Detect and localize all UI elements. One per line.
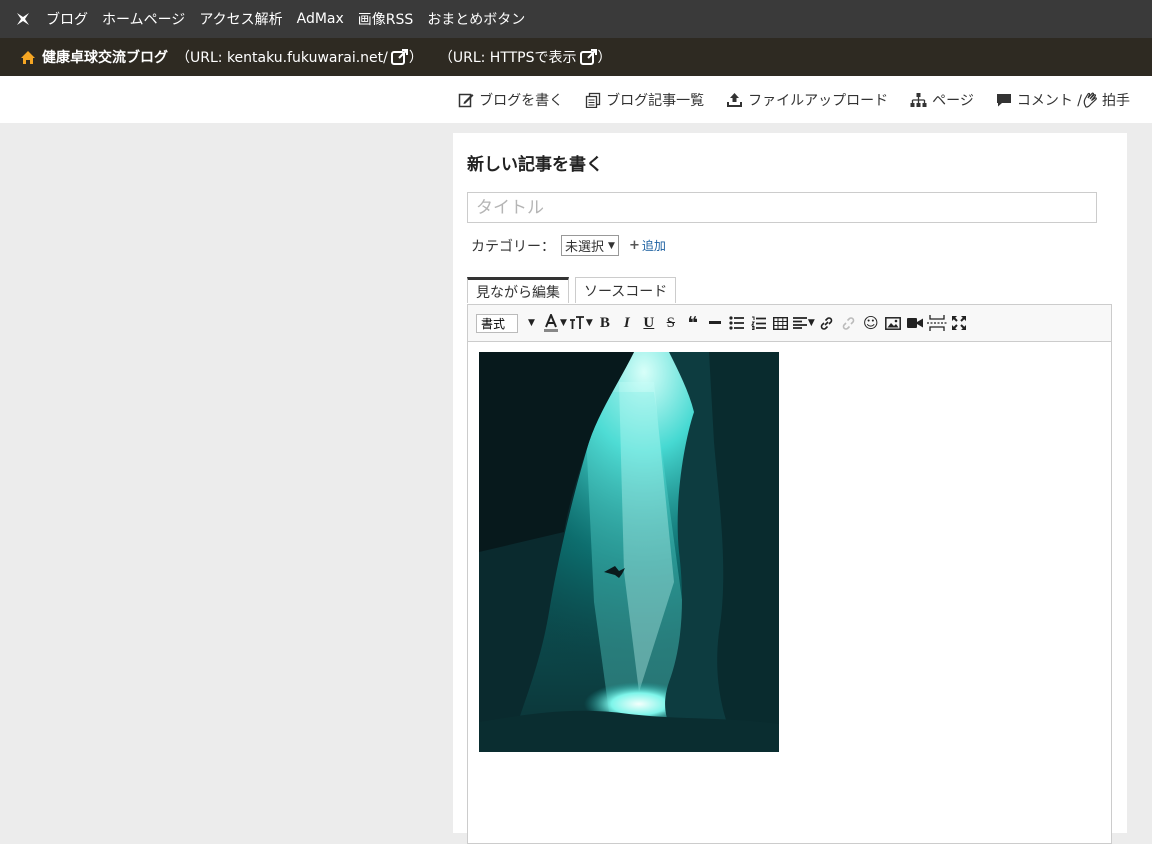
comment-label: コメント / <box>1016 92 1082 109</box>
font-size-icon[interactable]: ▼ <box>569 312 593 334</box>
page-button[interactable]: ページ <box>910 90 974 110</box>
logo-icon[interactable] <box>0 11 46 27</box>
align-icon[interactable]: ▼ <box>792 312 815 334</box>
category-select[interactable]: 未選択 ▼ <box>561 235 619 256</box>
bullet-list-icon[interactable] <box>727 312 747 334</box>
sitemap-icon <box>910 92 927 107</box>
bold-icon[interactable]: B <box>595 312 615 334</box>
horizontal-rule-icon[interactable] <box>705 312 725 334</box>
top-nav-bar: ブログ ホームページ アクセス解析 AdMax 画像RSS おまとめボタン <box>0 0 1152 38</box>
nav-admax[interactable]: AdMax <box>297 11 344 27</box>
unlink-icon[interactable] <box>839 312 859 334</box>
nav-homepage[interactable]: ホームページ <box>102 9 185 29</box>
clap-icon <box>1083 92 1097 108</box>
format-label: 書式 <box>481 316 506 331</box>
nav-blog[interactable]: ブログ <box>46 9 88 29</box>
blog-info-bar: 健康卓球交流ブログ （URL: kentaku.fukuwarai.net/ ）… <box>0 38 1152 76</box>
comment-icon <box>996 93 1011 106</box>
blog-url-text[interactable]: （URL: kentaku.fukuwarai.net/ <box>176 47 388 67</box>
format-select[interactable]: 書式 <box>476 313 518 333</box>
editor-tabs: 見ながら編集 ソースコード <box>467 277 682 303</box>
action-toolbar: ブログを書く ブログ記事一覧 ファイルアップロード ページ コメント / 拍手 <box>0 76 1152 123</box>
tab-source-code[interactable]: ソースコード <box>575 277 677 303</box>
add-category-label: 追加 <box>641 239 666 253</box>
video-icon[interactable] <box>905 312 925 334</box>
category-row: カテゴリー： 未選択 ▼ + 追加 <box>471 235 666 256</box>
format-dropdown-icon[interactable]: ▼ <box>521 312 541 334</box>
tab-source-label: ソースコード <box>584 283 668 300</box>
nav-image-rss[interactable]: 画像RSS <box>358 9 414 29</box>
file-upload-label: ファイルアップロード <box>748 92 889 109</box>
font-color-icon[interactable]: ▼ <box>543 312 567 334</box>
blog-url: （URL: kentaku.fukuwarai.net/ ） <box>176 47 423 67</box>
italic-icon[interactable]: I <box>617 312 637 334</box>
page-break-icon[interactable] <box>926 312 947 334</box>
blog-url-close: ） <box>408 50 423 66</box>
home-icon <box>20 50 36 65</box>
https-url-text[interactable]: （URL: HTTPSで表示 <box>439 47 577 67</box>
blog-list-label: ブログ記事一覧 <box>606 92 705 109</box>
new-post-panel: 新しい記事を書く カテゴリー： 未選択 ▼ + 追加 見ながら編集 ソースコード… <box>453 133 1127 844</box>
numbered-list-icon[interactable] <box>749 312 769 334</box>
strikethrough-icon[interactable]: S <box>661 312 681 334</box>
blog-name-link[interactable]: 健康卓球交流ブログ <box>42 47 168 67</box>
category-label: カテゴリー： <box>471 238 555 255</box>
page-title: 新しい記事を書く <box>467 155 603 175</box>
https-url-close: ） <box>597 50 612 66</box>
external-link-icon[interactable] <box>390 49 409 65</box>
title-input[interactable] <box>467 192 1097 223</box>
nav-access-analysis[interactable]: アクセス解析 <box>199 9 282 29</box>
documents-icon <box>585 92 601 108</box>
write-blog-button[interactable]: ブログを書く <box>458 90 563 110</box>
nav-omatome-button[interactable]: おまとめボタン <box>427 9 525 29</box>
underwater-cave-image[interactable] <box>479 352 779 752</box>
tab-visual-edit[interactable]: 見ながら編集 <box>467 277 569 303</box>
file-upload-button[interactable]: ファイルアップロード <box>726 90 888 110</box>
add-category-link[interactable]: + 追加 <box>629 237 666 254</box>
upload-icon <box>727 92 743 107</box>
edit-icon <box>458 93 474 107</box>
clap-label: 拍手 <box>1102 92 1130 109</box>
page-label: ページ <box>932 92 974 109</box>
blockquote-icon[interactable]: ❝ <box>683 312 703 334</box>
fullscreen-icon[interactable] <box>949 312 969 334</box>
comment-clap-button[interactable]: コメント / 拍手 <box>996 90 1130 110</box>
underline-icon[interactable]: U <box>639 312 659 334</box>
blog-list-button[interactable]: ブログ記事一覧 <box>585 90 704 110</box>
tab-visual-label: 見ながら編集 <box>476 284 560 301</box>
write-blog-label: ブログを書く <box>479 92 564 109</box>
plus-icon: + <box>628 238 640 253</box>
emoji-icon[interactable]: ☺ <box>861 312 881 334</box>
image-icon[interactable] <box>883 312 903 334</box>
https-url: （URL: HTTPSで表示 ） <box>439 47 612 67</box>
link-icon[interactable] <box>817 312 837 334</box>
rich-text-editor: 書式 ▼ ▼ ▼ B I U S ❝ ▼ ☺ <box>467 304 1112 844</box>
category-selected-value: 未選択 <box>565 240 605 255</box>
external-link-icon[interactable] <box>579 49 598 65</box>
dropdown-arrow-icon: ▼ <box>608 240 615 251</box>
table-icon[interactable] <box>771 312 791 334</box>
editor-toolbar: 書式 ▼ ▼ ▼ B I U S ❝ ▼ ☺ <box>468 305 1111 342</box>
